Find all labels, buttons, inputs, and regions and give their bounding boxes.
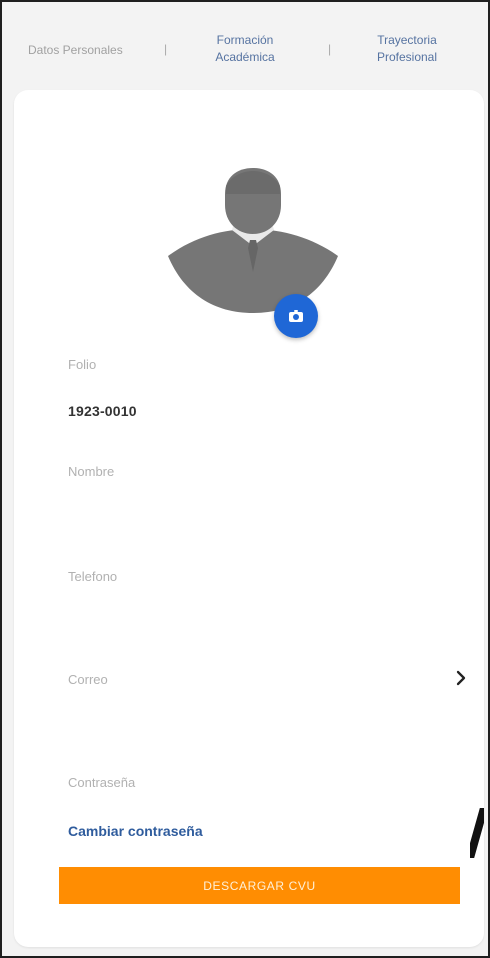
contrasena-label: Contraseña <box>68 775 136 790</box>
chevron-right-icon[interactable] <box>454 669 468 687</box>
telefono-label: Telefono <box>68 569 118 584</box>
tab-separator: | <box>164 42 168 56</box>
tab-formacion-academica[interactable]: Formación Académica <box>192 32 298 66</box>
tab-trayectoria-profesional[interactable]: Trayectoria Profesional <box>354 32 460 66</box>
screen-frame: Datos Personales | Formación Académica | … <box>0 0 490 958</box>
change-photo-button[interactable] <box>274 294 318 338</box>
avatar <box>168 168 338 318</box>
camera-icon <box>289 310 303 322</box>
tab-datos-personales[interactable]: Datos Personales <box>28 42 123 59</box>
tab-bar: Datos Personales | Formación Académica | … <box>2 2 488 88</box>
person-silhouette-icon <box>168 168 338 313</box>
drag-handle[interactable] <box>470 808 484 858</box>
tab-separator: | <box>328 42 332 56</box>
profile-card: Folio 1923-0010 Nombre Telefono Correo C… <box>14 90 484 947</box>
nombre-label: Nombre <box>68 464 115 479</box>
change-password-link[interactable]: Cambiar contraseña <box>68 823 203 839</box>
correo-label: Correo <box>68 672 108 687</box>
download-cvu-button[interactable]: DESCARGAR CVU <box>59 867 460 904</box>
folio-label: Folio <box>68 357 97 372</box>
folio-value: 1923-0010 <box>68 403 137 419</box>
